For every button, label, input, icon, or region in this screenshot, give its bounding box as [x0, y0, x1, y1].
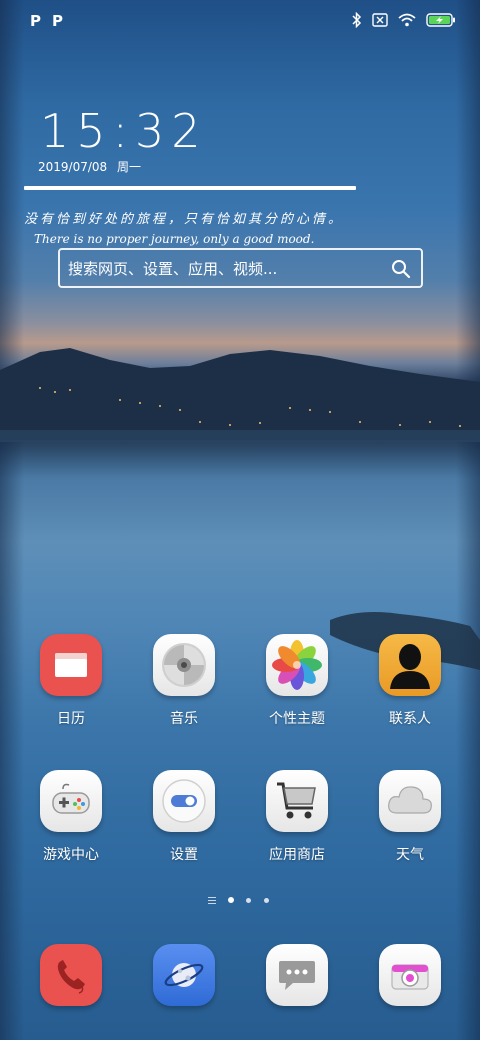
sim-off-icon [372, 13, 388, 27]
app-store[interactable]: 应用商店 [247, 770, 347, 864]
phone-icon [40, 944, 102, 1006]
page-indicator[interactable] [0, 894, 480, 908]
wifi-icon [398, 13, 416, 27]
message-icon [266, 944, 328, 1006]
quote-english: There is no proper journey, only a good … [34, 232, 315, 246]
wallpaper-mountains [0, 348, 480, 442]
page-list-indicator[interactable] [208, 897, 216, 905]
search-icon[interactable] [391, 259, 411, 279]
contact-person-icon [379, 634, 441, 696]
left-edge-shade [0, 0, 24, 1040]
app-label: 天气 [396, 847, 424, 863]
gamepad-icon [40, 770, 102, 832]
clock-divider [24, 186, 356, 190]
app-themes[interactable]: 个性主题 [247, 634, 347, 728]
cloud-icon [379, 770, 441, 832]
search-bar[interactable]: 搜索网页、设置、应用、视频... [58, 248, 423, 288]
dock-phone[interactable] [21, 944, 121, 1006]
right-edge-shade [456, 0, 480, 1040]
quote-chinese: 没有恰到好处的旅程，只有恰如其分的心情。 [24, 212, 345, 227]
app-calendar[interactable]: 日历 [21, 634, 121, 728]
theme-flower-icon [266, 634, 328, 696]
app-label: 设置 [170, 847, 198, 863]
weekday-text: 周一 [117, 160, 142, 174]
app-game-center[interactable]: 游戏中心 [21, 770, 121, 864]
notification-p-icon: P [30, 12, 41, 30]
app-label: 音乐 [170, 711, 198, 727]
status-bar: P P [0, 10, 480, 34]
date-text: 2019/07/08 [38, 160, 108, 174]
clock-date: 2019/07/08 周一 [38, 158, 141, 175]
clock-time[interactable]: 15:32 [40, 104, 208, 158]
shopping-cart-icon [266, 770, 328, 832]
battery-charging-icon [426, 13, 455, 27]
dock-camera[interactable] [360, 944, 460, 1006]
app-label: 日历 [57, 711, 85, 727]
app-label: 游戏中心 [43, 847, 99, 863]
app-label: 应用商店 [269, 847, 325, 863]
app-weather[interactable]: 天气 [360, 770, 460, 864]
app-contacts[interactable]: 联系人 [360, 634, 460, 728]
dock-messages[interactable] [247, 944, 347, 1006]
app-label: 个性主题 [269, 711, 325, 727]
camera-icon [379, 944, 441, 1006]
toggle-settings-icon [153, 770, 215, 832]
bluetooth-icon [352, 12, 362, 28]
search-placeholder: 搜索网页、设置、应用、视频... [68, 259, 278, 278]
app-label: 联系人 [389, 711, 431, 727]
page-dot-active[interactable] [228, 897, 234, 903]
notification-p-icon: P [52, 12, 63, 30]
app-settings[interactable]: 设置 [134, 770, 234, 864]
app-music[interactable]: 音乐 [134, 634, 234, 728]
calendar-icon [40, 634, 102, 696]
dock-browser[interactable] [134, 944, 234, 1006]
page-dot[interactable] [264, 898, 269, 903]
music-disc-icon [153, 634, 215, 696]
browser-planet-icon [153, 944, 215, 1006]
page-dot[interactable] [246, 898, 251, 903]
